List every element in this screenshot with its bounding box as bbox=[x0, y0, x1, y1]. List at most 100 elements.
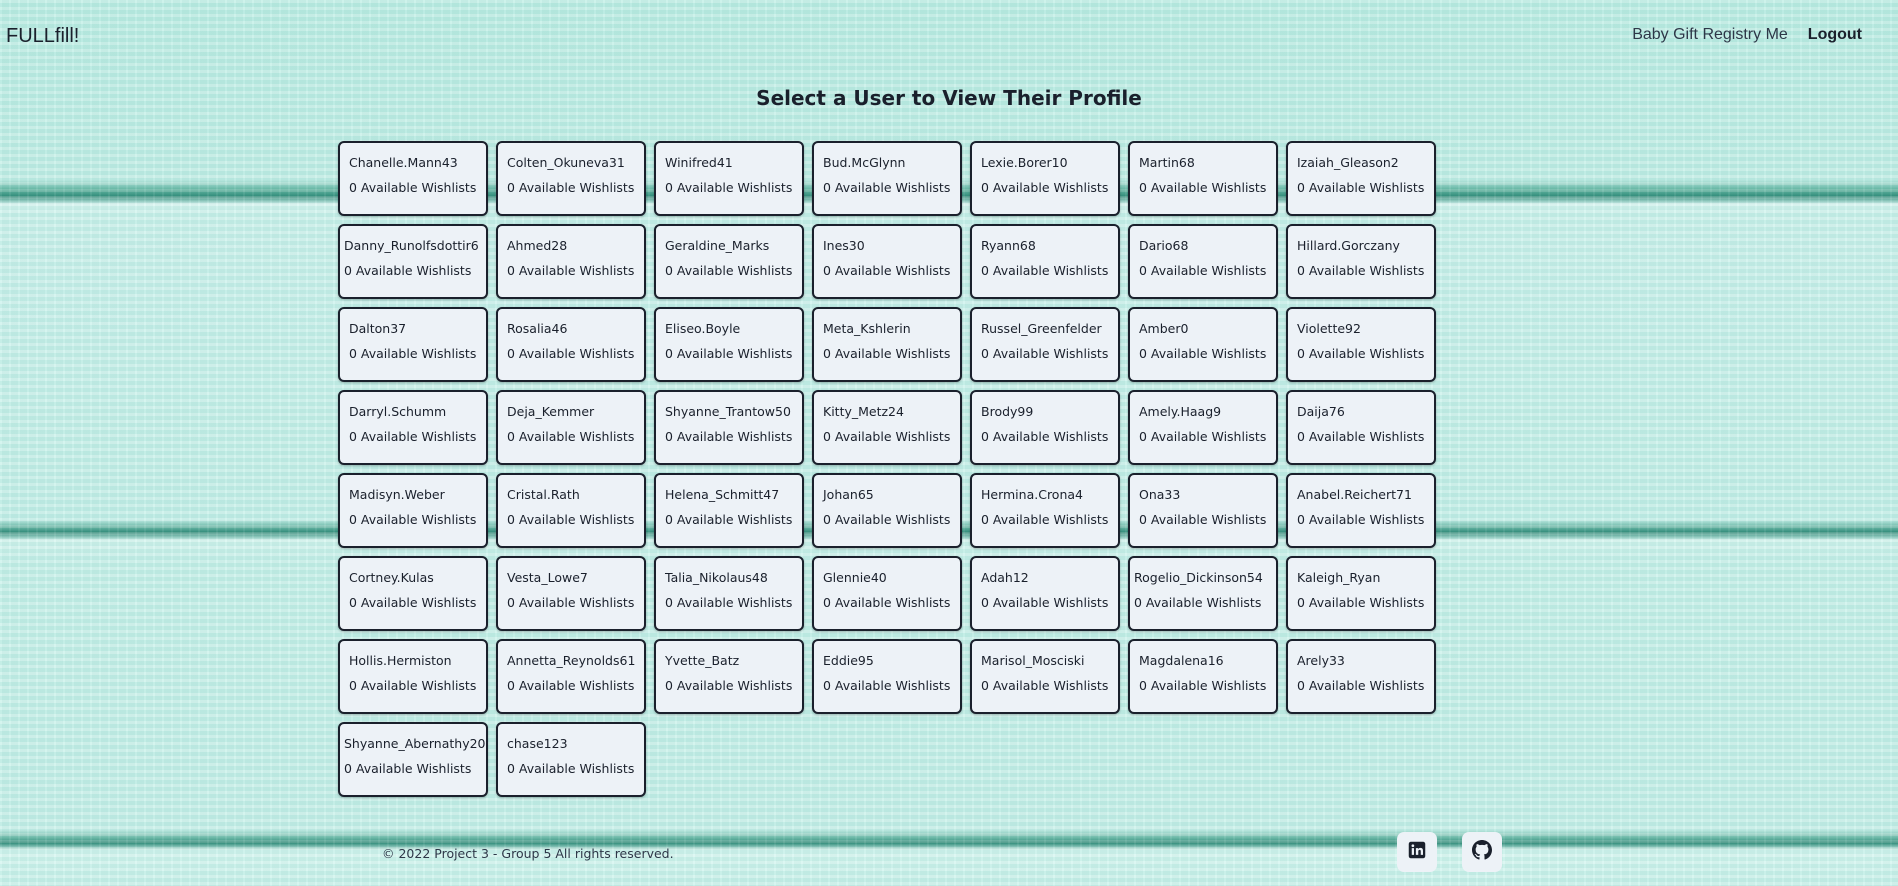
user-card[interactable]: chase123 0 Available Wishlists bbox=[496, 722, 646, 797]
user-card[interactable]: Lexie.Borer10 0 Available Wishlists bbox=[970, 141, 1120, 216]
user-name: Cristal.Rath bbox=[507, 487, 580, 502]
user-card[interactable]: Rosalia46 0 Available Wishlists bbox=[496, 307, 646, 382]
user-card[interactable]: Deja_Kemmer 0 Available Wishlists bbox=[496, 390, 646, 465]
user-card[interactable]: Ahmed28 0 Available Wishlists bbox=[496, 224, 646, 299]
user-card[interactable]: Eddie95 0 Available Wishlists bbox=[812, 639, 962, 714]
user-card[interactable]: Talia_Nikolaus48 0 Available Wishlists bbox=[654, 556, 804, 631]
wishlist-count: 0 Available Wishlists bbox=[1297, 678, 1425, 693]
user-card[interactable]: Cortney.Kulas 0 Available Wishlists bbox=[338, 556, 488, 631]
user-name: Ryann68 bbox=[981, 238, 1036, 253]
wishlist-count: 0 Available Wishlists bbox=[349, 346, 477, 361]
user-name: Ines30 bbox=[823, 238, 865, 253]
user-card[interactable]: Arely33 0 Available Wishlists bbox=[1286, 639, 1436, 714]
page-title: Select a User to View Their Profile bbox=[756, 86, 1142, 110]
user-name: Chanelle.Mann43 bbox=[349, 155, 458, 170]
user-card[interactable]: Glennie40 0 Available Wishlists bbox=[812, 556, 962, 631]
user-name: Cortney.Kulas bbox=[349, 570, 434, 585]
linkedin-icon bbox=[1408, 841, 1426, 863]
wishlist-count: 0 Available Wishlists bbox=[665, 678, 793, 693]
user-name: Martin68 bbox=[1139, 155, 1195, 170]
user-card[interactable]: Rogelio_Dickinson54 0 Available Wishlists bbox=[1128, 556, 1278, 631]
user-card[interactable]: Hillard.Gorczany 0 Available Wishlists bbox=[1286, 224, 1436, 299]
user-card[interactable]: Martin68 0 Available Wishlists bbox=[1128, 141, 1278, 216]
logout-button[interactable]: Logout bbox=[1808, 26, 1862, 44]
wishlist-count: 0 Available Wishlists bbox=[665, 595, 793, 610]
user-card[interactable]: Amber0 0 Available Wishlists bbox=[1128, 307, 1278, 382]
wishlist-count: 0 Available Wishlists bbox=[1297, 512, 1425, 527]
user-name: Rogelio_Dickinson54 bbox=[1134, 570, 1263, 585]
user-card[interactable]: Helena_Schmitt47 0 Available Wishlists bbox=[654, 473, 804, 548]
user-card[interactable]: Shyanne_Abernathy20 0 Available Wishlists bbox=[338, 722, 488, 797]
user-card[interactable]: Shyanne_Trantow50 0 Available Wishlists bbox=[654, 390, 804, 465]
user-card[interactable]: Ryann68 0 Available Wishlists bbox=[970, 224, 1120, 299]
user-card[interactable]: Danny_Runolfsdottir6 0 Available Wishlist… bbox=[338, 224, 488, 299]
user-card[interactable]: Chanelle.Mann43 0 Available Wishlists bbox=[338, 141, 488, 216]
user-card[interactable]: Colten_Okuneva31 0 Available Wishlists bbox=[496, 141, 646, 216]
user-card[interactable]: Dario68 0 Available Wishlists bbox=[1128, 224, 1278, 299]
wishlist-count: 0 Available Wishlists bbox=[665, 346, 793, 361]
user-name: Shyanne_Trantow50 bbox=[665, 404, 791, 419]
user-card[interactable]: Darryl.Schumm 0 Available Wishlists bbox=[338, 390, 488, 465]
user-card[interactable]: Yvette_Batz 0 Available Wishlists bbox=[654, 639, 804, 714]
user-name: Izaiah_Gleason2 bbox=[1297, 155, 1399, 170]
user-name: Hollis.Hermiston bbox=[349, 653, 452, 668]
user-card[interactable]: Winifred41 0 Available Wishlists bbox=[654, 141, 804, 216]
user-card[interactable]: Ines30 0 Available Wishlists bbox=[812, 224, 962, 299]
user-name: Anabel.Reichert71 bbox=[1297, 487, 1412, 502]
user-card[interactable]: Marisol_Mosciski 0 Available Wishlists bbox=[970, 639, 1120, 714]
wishlist-count: 0 Available Wishlists bbox=[1139, 263, 1267, 278]
user-card[interactable]: Ona33 0 Available Wishlists bbox=[1128, 473, 1278, 548]
user-name: Kitty_Metz24 bbox=[823, 404, 904, 419]
wishlist-count: 0 Available Wishlists bbox=[823, 180, 951, 195]
user-card[interactable]: Meta_Kshlerin 0 Available Wishlists bbox=[812, 307, 962, 382]
user-name: Adah12 bbox=[981, 570, 1029, 585]
wishlist-count: 0 Available Wishlists bbox=[665, 180, 793, 195]
user-name: Danny_Runolfsdottir6 bbox=[344, 238, 479, 253]
user-card[interactable]: Kitty_Metz24 0 Available Wishlists bbox=[812, 390, 962, 465]
user-card[interactable]: Hollis.Hermiston 0 Available Wishlists bbox=[338, 639, 488, 714]
user-card[interactable]: Hermina.Crona4 0 Available Wishlists bbox=[970, 473, 1120, 548]
user-card[interactable]: Izaiah_Gleason2 0 Available Wishlists bbox=[1286, 141, 1436, 216]
user-name: Annetta_Reynolds61 bbox=[507, 653, 636, 668]
wishlist-count: 0 Available Wishlists bbox=[507, 512, 635, 527]
wishlist-count: 0 Available Wishlists bbox=[349, 595, 477, 610]
user-card[interactable]: Bud.McGlynn 0 Available Wishlists bbox=[812, 141, 962, 216]
wishlist-count: 0 Available Wishlists bbox=[823, 512, 951, 527]
registry-link[interactable]: Baby Gift Registry Me bbox=[1632, 26, 1788, 44]
wishlist-count: 0 Available Wishlists bbox=[1139, 180, 1267, 195]
user-card[interactable]: Vesta_Lowe7 0 Available Wishlists bbox=[496, 556, 646, 631]
wishlist-count: 0 Available Wishlists bbox=[665, 429, 793, 444]
user-card[interactable]: Anabel.Reichert71 0 Available Wishlists bbox=[1286, 473, 1436, 548]
user-card[interactable]: Kaleigh_Ryan 0 Available Wishlists bbox=[1286, 556, 1436, 631]
user-name: Colten_Okuneva31 bbox=[507, 155, 625, 170]
user-card[interactable]: Brody99 0 Available Wishlists bbox=[970, 390, 1120, 465]
wishlist-count: 0 Available Wishlists bbox=[823, 678, 951, 693]
github-button[interactable] bbox=[1462, 832, 1502, 872]
user-card[interactable]: Violette92 0 Available Wishlists bbox=[1286, 307, 1436, 382]
user-name: Daija76 bbox=[1297, 404, 1345, 419]
wishlist-count: 0 Available Wishlists bbox=[507, 595, 635, 610]
user-card[interactable]: Annetta_Reynolds61 0 Available Wishlists bbox=[496, 639, 646, 714]
user-card[interactable]: Madisyn.Weber 0 Available Wishlists bbox=[338, 473, 488, 548]
user-card[interactable]: Magdalena16 0 Available Wishlists bbox=[1128, 639, 1278, 714]
linkedin-button[interactable] bbox=[1397, 832, 1437, 872]
user-card[interactable]: Russel_Greenfelder 0 Available Wishlists bbox=[970, 307, 1120, 382]
user-card[interactable]: Amely.Haag9 0 Available Wishlists bbox=[1128, 390, 1278, 465]
wishlist-count: 0 Available Wishlists bbox=[665, 512, 793, 527]
user-name: Glennie40 bbox=[823, 570, 887, 585]
user-name: Darryl.Schumm bbox=[349, 404, 447, 419]
user-name: Johan65 bbox=[823, 487, 874, 502]
user-card[interactable]: Eliseo.Boyle 0 Available Wishlists bbox=[654, 307, 804, 382]
wishlist-count: 0 Available Wishlists bbox=[823, 263, 951, 278]
user-card[interactable]: Geraldine_Marks 0 Available Wishlists bbox=[654, 224, 804, 299]
user-card[interactable]: Johan65 0 Available Wishlists bbox=[812, 473, 962, 548]
user-card[interactable]: Adah12 0 Available Wishlists bbox=[970, 556, 1120, 631]
user-name: Meta_Kshlerin bbox=[823, 321, 911, 336]
user-card[interactable]: Dalton37 0 Available Wishlists bbox=[338, 307, 488, 382]
wishlist-count: 0 Available Wishlists bbox=[349, 180, 477, 195]
user-card[interactable]: Daija76 0 Available Wishlists bbox=[1286, 390, 1436, 465]
brand-logo[interactable]: FULLfill! bbox=[6, 25, 79, 48]
user-card[interactable]: Cristal.Rath 0 Available Wishlists bbox=[496, 473, 646, 548]
copyright-text: © 2022 Project 3 - Group 5 All rights re… bbox=[382, 846, 674, 861]
wishlist-count: 0 Available Wishlists bbox=[507, 429, 635, 444]
